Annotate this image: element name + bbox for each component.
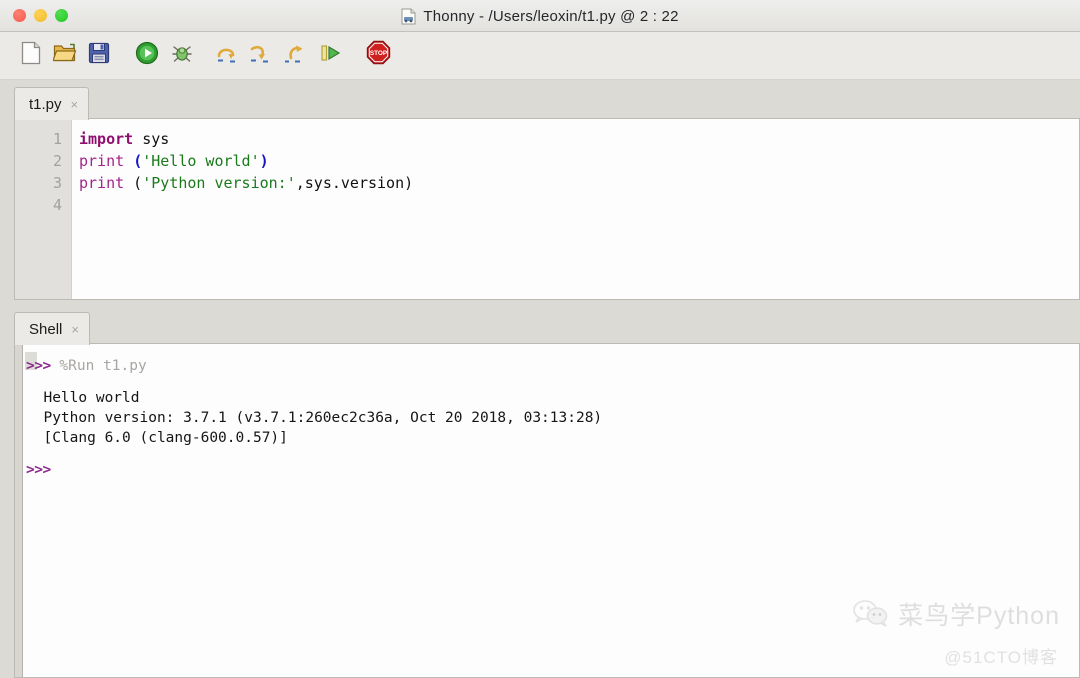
main-toolbar: STOP bbox=[0, 32, 1080, 80]
stop-icon: STOP bbox=[366, 40, 391, 70]
step-over-button[interactable] bbox=[212, 40, 242, 70]
code-token: 'Python version:' bbox=[142, 174, 296, 192]
line-number: 3 bbox=[15, 172, 71, 194]
code-line bbox=[79, 194, 1079, 216]
step-into-button[interactable] bbox=[245, 40, 275, 70]
code-token: ( bbox=[133, 152, 142, 170]
open-file-button[interactable] bbox=[50, 40, 80, 70]
close-icon[interactable]: × bbox=[71, 323, 79, 336]
new-file-icon bbox=[20, 41, 42, 70]
shell-line: >>> %Run t1.py bbox=[24, 356, 1079, 376]
line-number: 2 bbox=[15, 150, 71, 172]
line-number-gutter: 1 2 3 4 bbox=[15, 119, 72, 299]
debug-bug-icon bbox=[170, 41, 194, 70]
shell-console[interactable]: >>> %Run t1.py Hello world Python versio… bbox=[14, 344, 1080, 678]
run-button[interactable] bbox=[132, 40, 162, 70]
shell-line: [Clang 6.0 (clang-600.0.57)] bbox=[24, 428, 1079, 448]
code-text-area[interactable]: import sysprint ('Hello world')print ('P… bbox=[72, 119, 1079, 299]
code-token: print bbox=[79, 174, 124, 192]
code-line: print ('Hello world') bbox=[79, 150, 1079, 172]
code-token: ,sys.version) bbox=[296, 174, 413, 192]
window-title: Thonny - /Users/leoxin/t1.py @ 2 : 22 bbox=[423, 8, 678, 25]
editor-tabstrip bbox=[14, 87, 1080, 119]
shell-tabstrip bbox=[14, 312, 1080, 344]
shell-notebook: Shell × >>> %Run t1.py Hello world Pytho… bbox=[14, 312, 1080, 678]
save-file-button[interactable] bbox=[84, 40, 114, 70]
resume-icon bbox=[318, 41, 342, 70]
step-out-button[interactable] bbox=[280, 40, 310, 70]
step-into-icon bbox=[248, 41, 272, 70]
open-folder-icon bbox=[53, 42, 77, 69]
shell-output[interactable]: >>> %Run t1.py Hello world Python versio… bbox=[24, 344, 1079, 677]
shell-blank-line bbox=[24, 376, 1079, 388]
code-token: 'Hello world' bbox=[142, 152, 259, 170]
stop-button[interactable]: STOP bbox=[363, 40, 393, 70]
line-number: 1 bbox=[15, 128, 71, 150]
code-line: import sys bbox=[79, 128, 1079, 150]
debug-button[interactable] bbox=[167, 40, 197, 70]
new-file-button[interactable] bbox=[16, 40, 46, 70]
shell-line: Hello world bbox=[24, 388, 1079, 408]
svg-text:STOP: STOP bbox=[369, 50, 387, 57]
code-token: print bbox=[79, 152, 124, 170]
tab-shell[interactable]: Shell × bbox=[14, 312, 90, 345]
panel-area: t1.py × 1 2 3 4 import sysprint ('Hello … bbox=[0, 80, 1080, 678]
tab-t1-py[interactable]: t1.py × bbox=[14, 87, 89, 120]
run-icon bbox=[135, 41, 159, 70]
step-out-icon bbox=[283, 41, 307, 70]
shell-blank-line bbox=[24, 448, 1079, 460]
step-over-icon bbox=[215, 41, 239, 70]
code-token: sys bbox=[133, 130, 169, 148]
save-floppy-icon bbox=[88, 42, 110, 69]
shell-command: %Run t1.py bbox=[51, 358, 147, 374]
shell-output-text: [Clang 6.0 (clang-600.0.57)] bbox=[26, 430, 288, 446]
line-number: 4 bbox=[15, 194, 71, 216]
code-token bbox=[124, 152, 133, 170]
shell-prompt: >>> bbox=[26, 358, 51, 374]
shell-prompt: >>> bbox=[26, 462, 51, 478]
tab-label: t1.py bbox=[29, 96, 62, 113]
shell-output-text: Python version: 3.7.1 (v3.7.1:260ec2c36a… bbox=[26, 410, 602, 426]
code-token: ( bbox=[124, 174, 142, 192]
code-token: ) bbox=[260, 152, 269, 170]
code-line: print ('Python version:',sys.version) bbox=[79, 172, 1079, 194]
tab-label: Shell bbox=[29, 321, 62, 338]
code-token: import bbox=[79, 130, 133, 148]
window-titlebar: Thonny - /Users/leoxin/t1.py @ 2 : 22 bbox=[0, 0, 1080, 32]
document-icon bbox=[401, 8, 416, 25]
close-icon[interactable]: × bbox=[71, 98, 79, 111]
shell-line: Python version: 3.7.1 (v3.7.1:260ec2c36a… bbox=[24, 408, 1079, 428]
code-editor[interactable]: 1 2 3 4 import sysprint ('Hello world')p… bbox=[14, 119, 1080, 300]
resume-button[interactable] bbox=[315, 40, 345, 70]
shell-line: >>> bbox=[24, 460, 1079, 480]
shell-left-margin bbox=[15, 344, 23, 677]
shell-output-text: Hello world bbox=[26, 390, 140, 406]
window-title-group: Thonny - /Users/leoxin/t1.py @ 2 : 22 bbox=[0, 0, 1080, 32]
editor-notebook: t1.py × 1 2 3 4 import sysprint ('Hello … bbox=[14, 87, 1080, 300]
